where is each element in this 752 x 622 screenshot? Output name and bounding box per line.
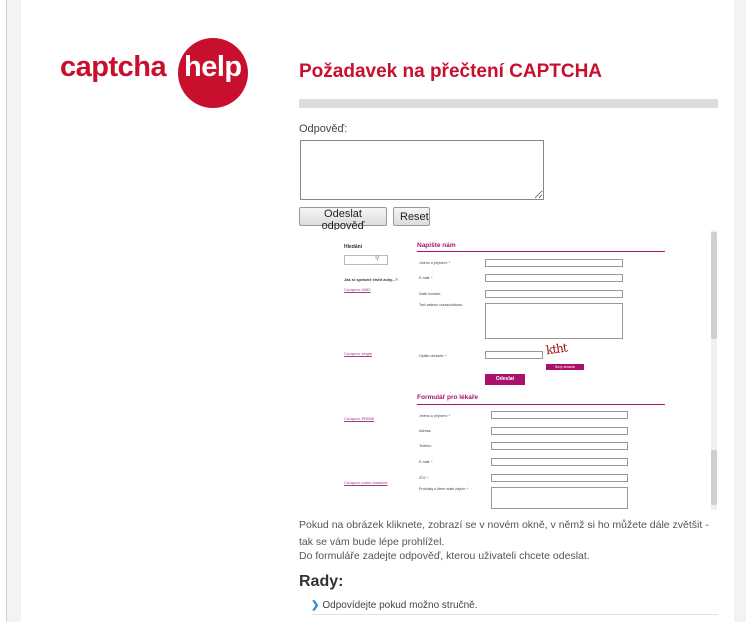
captcha-field-label: Produkty o které máte zájem: * — [419, 487, 469, 491]
tip-item: ❯ Odpovídejte pokud možno stručně. — [311, 600, 477, 611]
answer-textarea[interactable] — [300, 140, 544, 200]
page-title: Požadavek na přečtení CAPTCHA — [299, 61, 603, 82]
captcha-field-label: E-mail: * — [419, 276, 433, 280]
left-margin — [7, 0, 21, 622]
logo-text-captcha: captcha — [60, 51, 167, 83]
logo-text-help: help — [184, 51, 242, 83]
captcha-field-label: Další kontakt: — [419, 292, 441, 296]
captcha-field-input — [491, 474, 628, 482]
captcha-field-label: Adresa: — [419, 429, 432, 433]
right-margin — [734, 0, 746, 622]
captcha-field-label: Text vašeho vzkazu/dotazu: — [419, 303, 464, 307]
captcha-field-textarea — [491, 487, 628, 509]
reset-button[interactable]: Reset — [393, 207, 430, 226]
captcha-field-label: IČO: * — [419, 476, 429, 480]
instruction-text-2: Do formuláře zadejte odpověď, kterou uži… — [299, 550, 590, 562]
answer-label: Odpověď: — [299, 123, 348, 135]
captcha-field-label: Jméno a příjmení: * — [419, 261, 451, 265]
submit-answer-button[interactable]: Odeslat odpověď — [299, 207, 387, 232]
captcha-image[interactable]: Hledání ⚲ Jak si správně čistit zuby...?… — [330, 230, 718, 510]
captcha-field-textarea — [485, 303, 623, 339]
captcha-scrollbar-thumb — [711, 450, 717, 505]
captcha-field-input — [491, 458, 628, 466]
divider-bar — [299, 99, 718, 108]
captcha-link: Curaprox zubní kartáček — [344, 480, 388, 485]
captcha-field-input — [485, 351, 543, 359]
captcha-field-input — [485, 259, 623, 267]
instruction-text-1: Pokud na obrázek kliknete, zobrazí se v … — [299, 519, 709, 548]
captcha-sidebar-question: Jak si správně čistit zuby...? — [344, 277, 398, 282]
captcha-new-image-button: Nový obrázek — [546, 364, 584, 370]
captcha-field-input — [491, 427, 628, 435]
captcha-distorted-text: ktht — [545, 340, 568, 358]
tip-divider — [311, 614, 718, 615]
captcha-field-label: Jméno a příjmení: * — [419, 414, 451, 418]
captcha-field-label: Telefon: — [419, 444, 432, 448]
captcha-section2-rule — [417, 404, 665, 405]
captcha-scrollbar-thumb — [711, 232, 717, 339]
captcha-sidebar-title: Hledání — [344, 244, 363, 250]
tip-text: Odpovídejte pokud možno stručně. — [322, 600, 478, 611]
captcha-send-button: Odeslat — [485, 374, 525, 385]
captcha-section1-title: Napište nám — [417, 242, 456, 249]
captcha-link: Curaprox single — [344, 351, 373, 356]
captcha-section2-title: Formulář pro lékaře — [417, 394, 479, 401]
captcha-link: Curaprox 5460 — [344, 287, 371, 292]
captcha-search-box — [344, 255, 388, 265]
captcha-field-input — [485, 290, 623, 298]
captcha-field-label: E-mail: * — [419, 460, 433, 464]
chevron-right-icon: ❯ — [311, 600, 320, 611]
captcha-section1-rule — [417, 251, 665, 252]
captcha-search-icon: ⚲ — [375, 256, 380, 262]
tips-heading: Rady: — [299, 573, 344, 590]
captcha-link: Curaprox PRIME — [344, 416, 375, 421]
captcha-field-label: Opište obrázek: * — [419, 354, 447, 358]
captcha-field-input — [491, 442, 628, 450]
captcha-field-input — [485, 274, 623, 282]
captcha-field-input — [491, 411, 628, 419]
